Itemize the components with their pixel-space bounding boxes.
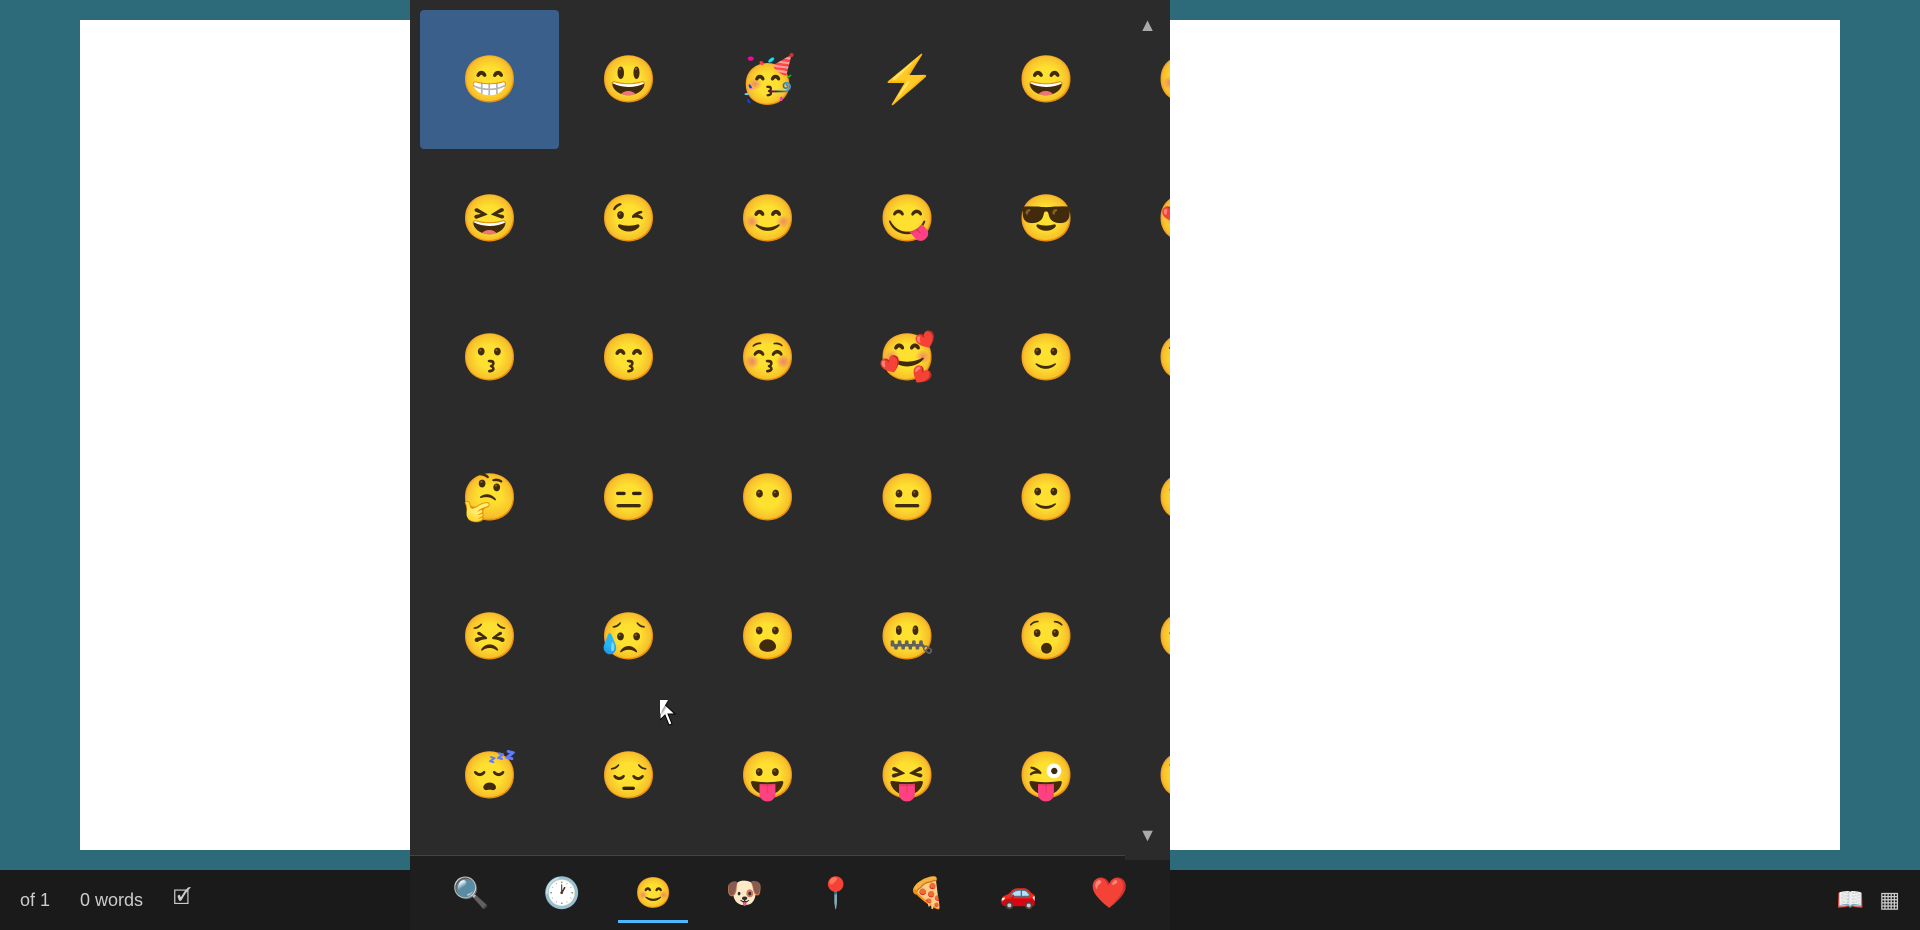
category-animals[interactable]: 🐶 (709, 866, 779, 921)
emoji-cell[interactable]: 😌 (1116, 288, 1170, 427)
emoji-cell[interactable]: 🙂 (977, 288, 1116, 427)
emoji-cell[interactable]: 😐 (838, 428, 977, 567)
clock-icon: 🕐 (543, 876, 580, 911)
category-bar: 🔍 🕐 😊 🐶 📍 🍕 🚗 ❤️ (410, 855, 1170, 930)
food-icon: 🍕 (908, 876, 945, 911)
emoji-cell[interactable]: 😔 (559, 706, 698, 845)
emoji-cell[interactable]: 😃 (559, 10, 698, 149)
word-count: 0 words (80, 890, 143, 911)
emoji-cell[interactable]: 😝 (838, 706, 977, 845)
emoji-cell[interactable]: 😉 (559, 149, 698, 288)
emoji-cell[interactable]: 😴 (1116, 567, 1170, 706)
emoji-cell[interactable]: 😮 (698, 567, 837, 706)
category-food[interactable]: 🍕 (892, 866, 962, 921)
emoji-cell[interactable]: 😆 (420, 149, 559, 288)
emoji-grid: 😁 😃 🥳 ⚡ 😄 😊 😄 😆 😉 😊 😋 😎 😍 😘 😗 😙 😚 🥰 🙂 😌 … (410, 0, 1170, 855)
emoji-cell[interactable]: 😜 (977, 706, 1116, 845)
status-icons: 🗹 (173, 883, 191, 917)
emoji-cell[interactable]: 😥 (559, 567, 698, 706)
emoji-cell[interactable]: 🤐 (838, 567, 977, 706)
category-search[interactable]: 🔍 (436, 866, 506, 921)
status-right-icons: 📖 ▦ (1837, 887, 1900, 913)
category-activities[interactable]: 🚗 (983, 866, 1053, 921)
emoji-cell[interactable]: 🤨 (1116, 428, 1170, 567)
emoji-cell[interactable]: 😊 (698, 149, 837, 288)
emoji-cell[interactable]: 😁 (420, 10, 559, 149)
emoji-cell[interactable]: 😛 (698, 706, 837, 845)
book-view-icon[interactable]: 📖 (1837, 887, 1864, 913)
heart-icon: ❤️ (1091, 876, 1128, 911)
spellcheck-icon[interactable]: 🗹 (173, 883, 191, 917)
category-objects[interactable]: ❤️ (1074, 866, 1144, 921)
emoji-cell[interactable]: 😙 (559, 288, 698, 427)
emoji-cell[interactable]: 😯 (977, 567, 1116, 706)
emoji-cell[interactable]: 😚 (698, 288, 837, 427)
emoji-cell[interactable]: 🤔 (420, 428, 559, 567)
emoji-cell[interactable]: 😍 (1116, 149, 1170, 288)
search-icon: 🔍 (452, 876, 489, 911)
category-recent[interactable]: 🕐 (527, 866, 597, 921)
emoji-cell[interactable]: 😣 (420, 567, 559, 706)
category-smileys[interactable]: 😊 (618, 866, 688, 921)
emoji-cell[interactable]: 😗 (420, 288, 559, 427)
page-info: of 1 (20, 890, 50, 911)
car-icon: 🚗 (999, 876, 1036, 911)
emoji-cell[interactable]: 😶 (698, 428, 837, 567)
emoji-cell[interactable]: ⚡ (838, 10, 977, 149)
emoji-cell[interactable]: 😄 (977, 10, 1116, 149)
emoji-picker-panel: ▲ 😁 😃 🥳 ⚡ 😄 😊 😄 😆 😉 😊 😋 😎 😍 😘 😗 😙 😚 🥰 🙂 … (410, 0, 1170, 930)
category-places[interactable]: 📍 (801, 866, 871, 921)
scroll-down-button[interactable]: ▼ (1125, 810, 1170, 860)
grid-view-icon[interactable]: ▦ (1879, 887, 1900, 913)
emoji-cell[interactable]: 😑 (559, 428, 698, 567)
location-icon: 📍 (817, 876, 854, 911)
emoji-cell[interactable]: 😎 (977, 149, 1116, 288)
animals-icon: 🐶 (726, 876, 763, 911)
scroll-up-button[interactable]: ▲ (1125, 0, 1170, 50)
emoji-cell[interactable]: 😋 (838, 149, 977, 288)
emoji-cell[interactable]: 🙂 (977, 428, 1116, 567)
emoji-cell[interactable]: 🥳 (698, 10, 837, 149)
smiley-icon: 😊 (634, 876, 671, 911)
emoji-cell[interactable]: 😴 (420, 706, 559, 845)
emoji-cell[interactable]: 🥰 (838, 288, 977, 427)
